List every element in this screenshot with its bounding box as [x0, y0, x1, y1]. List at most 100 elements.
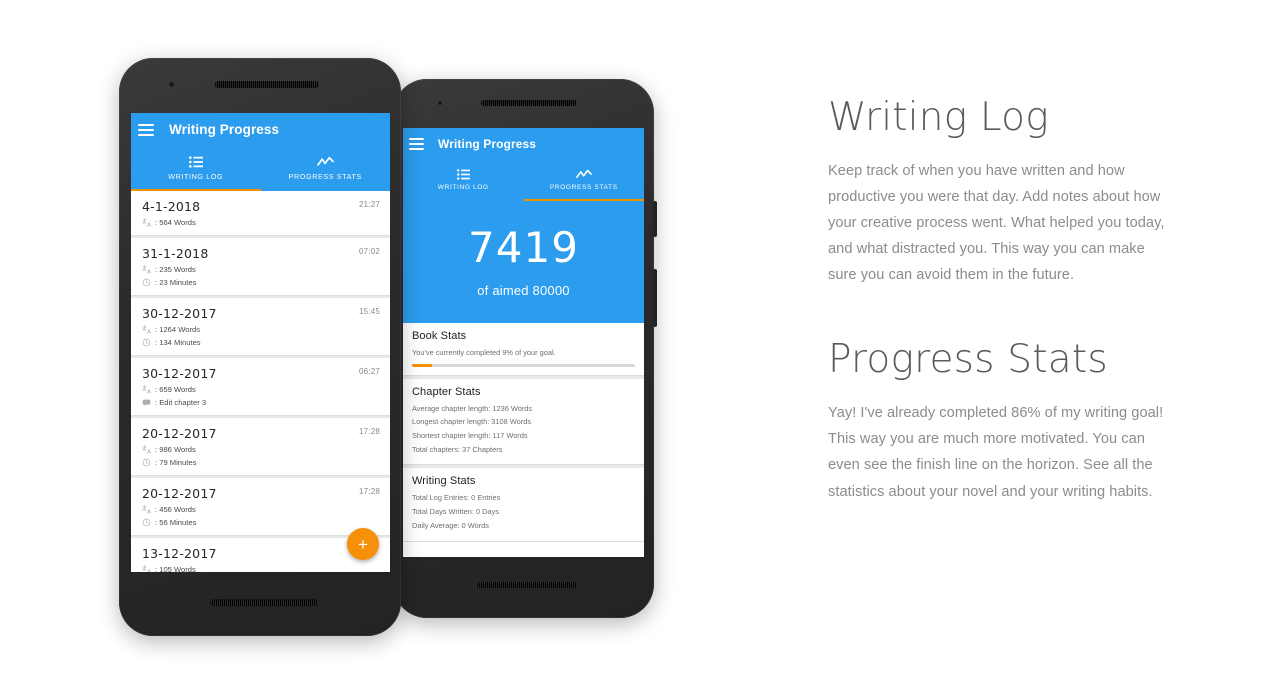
log-entry-time: 17:28: [358, 427, 380, 436]
app-bar-right: Writing Progress: [403, 128, 644, 159]
stats-card-line: Average chapter length: 1236 Words: [412, 403, 533, 413]
goal-progress-fill: [412, 363, 433, 367]
log-entry-time: 21:27: [358, 200, 380, 209]
log-entry-detail-row: : 23 Minutes: [142, 278, 380, 287]
app-bar-left: Writing Progress: [131, 113, 390, 146]
words-written-count: 7419: [468, 222, 579, 272]
log-list-item[interactable]: 20-12-2017 17:28: 986 Words: 79 Minutes: [131, 418, 390, 476]
log-entry-date: 20-12-2017: [142, 486, 217, 501]
words-icon: [142, 325, 151, 334]
phone-right-screen: Writing Progress Writing Log: [403, 128, 644, 557]
tab-writing-log-right[interactable]: Writing Log: [403, 159, 524, 201]
words-goal-label: of aimed 80000: [477, 282, 570, 298]
copy-block-writing-log: Writing Log Keep track of when you have …: [828, 95, 1168, 288]
clock-icon: [142, 518, 151, 527]
line-chart-icon: [575, 169, 592, 180]
log-entry-detail-row: : 1264 Words: [142, 325, 380, 334]
front-camera-icon: [437, 100, 443, 106]
log-entry-detail-row: : 659 Words: [142, 385, 380, 394]
list-icon: [456, 169, 470, 180]
stats-card-line: Daily Average: 0 Words: [412, 520, 489, 530]
log-entry-detail-text: : 79 Minutes: [155, 458, 197, 467]
hamburger-menu-icon[interactable]: [409, 137, 424, 150]
tab-bar-right: Writing Log Progress Stats: [403, 159, 644, 201]
log-entry-detail-text: : 1264 Words: [155, 325, 201, 334]
log-entry-detail-text: : 456 Words: [155, 505, 196, 514]
copy-heading-writing-log: Writing Log: [828, 95, 1049, 140]
earpiece-speaker: [215, 81, 319, 88]
words-icon: [142, 445, 151, 454]
hamburger-menu-icon[interactable]: [138, 123, 154, 136]
bottom-speaker: [210, 599, 318, 606]
log-entry-detail-row: : 235 Words: [142, 265, 380, 274]
page-stage: Writing Progress Writing Log: [0, 0, 1280, 695]
app-title-right: Writing Progress: [438, 136, 537, 151]
earpiece-speaker: [481, 100, 577, 106]
log-entry-detail-text: : 134 Minutes: [155, 338, 201, 347]
log-entry-detail-row: : 564 Words: [142, 218, 380, 227]
stats-card: Writing Stats Total Log Entries: 0 Entrie…: [403, 468, 644, 542]
app-title-left: Writing Progress: [169, 122, 280, 137]
log-entry-detail-row: : 56 Minutes: [142, 518, 380, 527]
log-entry-time: 07:02: [358, 247, 380, 256]
goal-progress-bar: [412, 363, 635, 367]
log-entry-date: 13-12-2017: [142, 546, 217, 561]
log-entry-date: 4-1-2018: [142, 199, 201, 214]
stats-card-line: You've currently completed 9% of your go…: [412, 348, 556, 357]
tab-label-writing-log-left: Writing Log: [168, 172, 224, 181]
copy-heading-progress-stats: Progress Stats: [828, 337, 1108, 383]
log-entry-time: 06:27: [358, 367, 380, 376]
tab-label-progress-stats-left: Progress Stats: [288, 172, 362, 181]
stats-card-line: Total Days Written: 0 Days: [412, 507, 499, 517]
words-icon: [142, 218, 151, 227]
log-list-item[interactable]: 30-12-2017 06:27 : 659 Words : Edit chapter…: [131, 358, 390, 416]
log-list-item[interactable]: 4-1-2018 21:27 : 564 Words: [131, 191, 390, 236]
copy-paragraph-progress-stats: Yay! I've already completed 86% of my wr…: [828, 405, 1164, 500]
tab-writing-log-left[interactable]: Writing Log: [131, 146, 261, 191]
log-entry-detail-text: : 23 Minutes: [155, 278, 197, 287]
words-icon: [142, 265, 151, 274]
log-entry-detail-text: : 56 Minutes: [155, 518, 197, 527]
clock-icon: [142, 278, 151, 287]
log-entry-detail-row: : 456 Words: [142, 505, 380, 514]
tab-bar-left: Writing Log Progress Stats: [131, 146, 390, 191]
log-entry-detail-text: : 986 Words: [155, 445, 196, 454]
tab-progress-stats-right[interactable]: Progress Stats: [524, 159, 645, 201]
writing-log-list[interactable]: 4-1-2018 21:27: 564 Words 31-1-2018 07:02: …: [131, 191, 390, 572]
log-entry-detail-text: : Edit chapter 3: [155, 398, 207, 407]
marketing-copy-column: Writing Log Keep track of when you have …: [828, 95, 1168, 505]
note-icon: [142, 398, 151, 407]
list-icon: [188, 156, 203, 168]
line-chart-icon: [316, 156, 334, 168]
log-entry-detail-row: : Edit chapter 3: [142, 398, 380, 407]
words-icon: [142, 505, 151, 514]
clock-icon: [142, 338, 151, 347]
stats-card-title: Chapter Stats: [412, 385, 481, 398]
tab-progress-stats-left[interactable]: Progress Stats: [261, 146, 391, 191]
words-icon: [142, 565, 151, 572]
words-icon: [142, 385, 151, 394]
progress-hero: 7419 of aimed 80000: [403, 201, 644, 323]
copy-paragraph-writing-log: Keep track of when you have written and …: [828, 162, 1165, 284]
log-list-item[interactable]: 30-12-2017 15:45: 1264 Words: 134 Minutes: [131, 298, 390, 356]
add-log-entry-button[interactable]: +: [347, 528, 379, 560]
log-entry-detail-text: : 564 Words: [155, 218, 196, 227]
stats-card-list: Book Stats You've currently completed 9% …: [403, 323, 644, 542]
bottom-speaker: [477, 582, 577, 588]
volume-button[interactable]: [653, 201, 657, 237]
log-list-item[interactable]: 20-12-2017 17:28 : 456 Words : 56 Minutes: [131, 478, 390, 536]
power-button[interactable]: [653, 269, 657, 327]
tab-label-progress-stats-right: Progress Stats: [549, 184, 618, 191]
active-tab-indicator-right: [523, 199, 644, 201]
log-entry-time: 15:45: [358, 307, 380, 316]
stats-card-title: Writing Stats: [412, 475, 476, 488]
tab-label-writing-log-right: Writing Log: [437, 184, 489, 191]
log-list-item[interactable]: 31-1-2018 07:02: 235 Words: 23 Minutes: [131, 238, 390, 296]
log-entry-time: 17:28: [358, 487, 380, 496]
stats-card-line: Longest chapter length: 3108 Words: [412, 417, 532, 427]
stats-card-line: Total Log Entries: 0 Entries: [412, 493, 501, 503]
log-entry-detail-row: : 986 Words: [142, 445, 380, 454]
log-entry-date: 30-12-2017: [142, 366, 217, 381]
phone-left-screen: Writing Progress Writing Log: [131, 113, 390, 572]
clock-icon: [142, 458, 151, 467]
